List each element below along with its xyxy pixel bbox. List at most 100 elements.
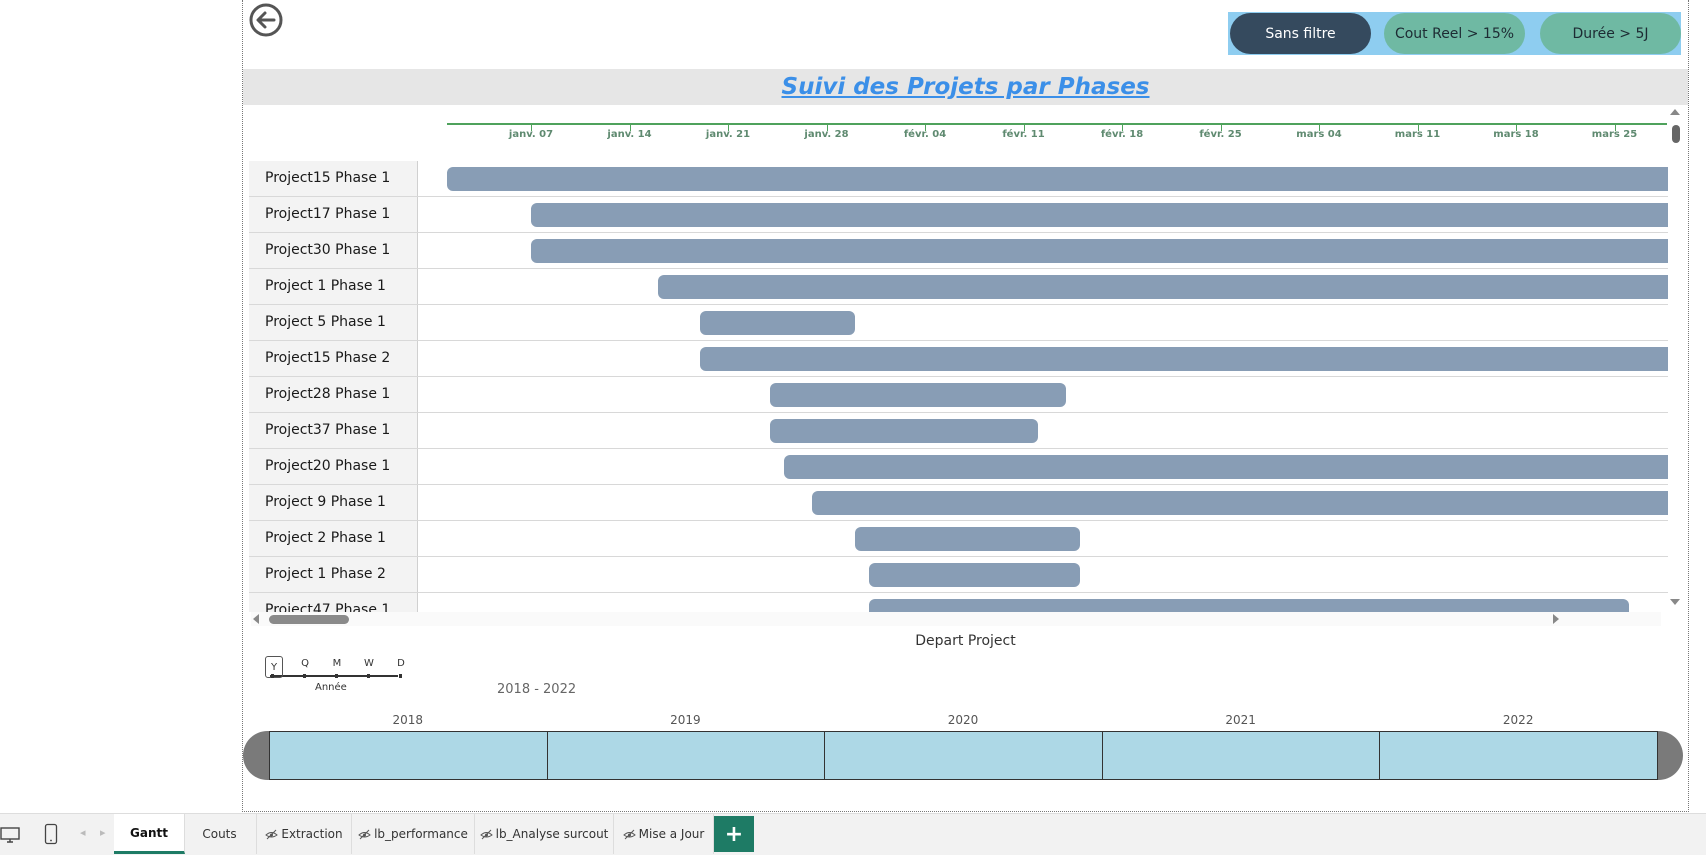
page-title[interactable]: Suivi des Projets par Phases	[782, 74, 1150, 100]
axis-tick-label: févr. 04	[903, 129, 947, 140]
gantt-row-label: Project37 Phase 1	[249, 413, 418, 448]
gantt-row[interactable]: Project15 Phase 1	[249, 161, 1668, 197]
gantt-row-label: Project20 Phase 1	[249, 449, 418, 484]
timeline-year-label: 2020	[947, 713, 979, 727]
next-tab-icon[interactable]: ▸	[100, 826, 106, 839]
gantt-row-label: Project15 Phase 1	[249, 161, 418, 196]
gantt-row[interactable]: Project47 Phase 1	[249, 593, 1668, 612]
page-tab[interactable]: Extraction	[257, 814, 352, 854]
gantt-row-label: Project30 Phase 1	[249, 233, 418, 268]
gantt-row[interactable]: Project37 Phase 1	[249, 413, 1668, 449]
gantt-row[interactable]: Project30 Phase 1	[249, 233, 1668, 269]
gantt-bar[interactable]	[812, 491, 1668, 515]
timeline-slicer[interactable]	[243, 731, 1683, 782]
page-tab[interactable]: Couts	[183, 814, 257, 854]
horizontal-scrollbar[interactable]	[251, 612, 1661, 626]
timeline-year-segment[interactable]	[824, 731, 1103, 780]
axis-tick-label: févr. 25	[1199, 129, 1242, 140]
page-tab[interactable]: lb_Analyse surcout	[475, 814, 614, 854]
axis-tick-label: mars 18	[1493, 129, 1539, 140]
gantt-row-label: Project28 Phase 1	[249, 377, 418, 412]
granularity-option-d[interactable]: D	[393, 658, 409, 669]
timeline-year-segment[interactable]	[1379, 731, 1658, 780]
hidden-page-eye-icon	[479, 829, 493, 839]
granularity-option-w[interactable]: W	[361, 658, 377, 669]
granularity-dot	[367, 674, 370, 678]
axis-tick-label: mars 25	[1591, 129, 1638, 140]
horizontal-scroll-thumb[interactable]	[269, 615, 349, 624]
report-page: Sans filtre Cout Reel > 15% Durée > 5J S…	[242, 0, 1689, 812]
gantt-row[interactable]: Project15 Phase 2	[249, 341, 1668, 377]
gantt-row[interactable]: Project20 Phase 1	[249, 449, 1668, 485]
gantt-row-label: Project47 Phase 1	[249, 593, 418, 612]
back-button[interactable]	[248, 2, 284, 38]
gantt-row[interactable]: Project 1 Phase 1	[249, 269, 1668, 305]
gantt-bar[interactable]	[770, 419, 1038, 443]
page-tab-label: lb_performance	[374, 827, 468, 841]
prev-tab-icon[interactable]: ◂	[80, 826, 86, 839]
title-band: Suivi des Projets par Phases	[243, 69, 1688, 105]
scroll-down-icon[interactable]	[1670, 599, 1680, 605]
gantt-bar[interactable]	[657, 275, 1668, 299]
page-tab-label: Mise a Jour	[638, 827, 705, 841]
vertical-scrollbar[interactable]	[1668, 105, 1682, 612]
gantt-bar[interactable]	[531, 203, 1668, 227]
axis-tick-label: janv. 14	[607, 129, 652, 140]
desktop-layout-icon[interactable]	[0, 825, 20, 845]
granularity-option-m[interactable]: M	[329, 658, 345, 669]
gantt-row-label: Project 9 Phase 1	[249, 485, 418, 520]
gantt-row-label: Project 1 Phase 1	[249, 269, 418, 304]
granularity-selector[interactable]: Année YQMWD	[265, 656, 405, 696]
timeline-year-segment[interactable]	[269, 731, 548, 780]
timeline-year-label: 2021	[1225, 713, 1256, 727]
page-tab-label: Extraction	[281, 827, 343, 841]
gantt-row[interactable]: Project17 Phase 1	[249, 197, 1668, 233]
scroll-left-icon[interactable]	[253, 614, 259, 624]
timeline-year-segment[interactable]	[1101, 731, 1381, 780]
gantt-row[interactable]: Project 1 Phase 2	[249, 557, 1668, 593]
page-tab[interactable]: Mise a Jour	[614, 814, 714, 854]
slicer-title: Depart Project	[915, 633, 1016, 649]
gantt-row[interactable]: Project28 Phase 1	[249, 377, 1668, 413]
gantt-row[interactable]: Project 2 Phase 1	[249, 521, 1668, 557]
sans-filtre-button[interactable]: Sans filtre	[1230, 13, 1371, 54]
page-tab-label: Couts	[202, 827, 237, 841]
gantt-bar[interactable]	[854, 527, 1080, 551]
gantt-bar[interactable]	[699, 347, 1668, 371]
gantt-bar[interactable]	[868, 563, 1080, 587]
axis-tick-label: janv. 28	[804, 129, 849, 140]
timeline-year-label: 2018	[392, 713, 424, 727]
page-tab-label: Gantt	[130, 825, 168, 840]
gantt-bar[interactable]	[784, 455, 1668, 479]
timeline-end-handle[interactable]	[1657, 731, 1683, 780]
gantt-row-label: Project17 Phase 1	[249, 197, 418, 232]
timeline-year-segment[interactable]	[546, 731, 826, 780]
gantt-bar[interactable]	[446, 167, 1668, 191]
gantt-row-label: Project15 Phase 2	[249, 341, 418, 376]
hidden-page-eye-icon	[358, 829, 371, 839]
vertical-scroll-thumb[interactable]	[1672, 125, 1680, 143]
scroll-right-icon[interactable]	[1553, 614, 1559, 624]
gantt-row[interactable]: Project 9 Phase 1	[249, 485, 1668, 521]
gantt-rows: Project15 Phase 1 Project17 Phase 1 Projec…	[249, 161, 1668, 612]
gantt-bar[interactable]	[868, 599, 1629, 612]
gantt-bar[interactable]	[531, 239, 1668, 263]
gantt-row[interactable]: Project 5 Phase 1	[249, 305, 1668, 341]
page-tab[interactable]: Gantt	[114, 814, 185, 854]
scroll-up-icon[interactable]	[1670, 109, 1680, 115]
add-page-button[interactable]: +	[714, 816, 754, 852]
hidden-page-eye-icon	[265, 829, 279, 839]
axis-tick-label: mars 04	[1296, 129, 1342, 140]
cout-reel-filter-button[interactable]: Cout Reel > 15%	[1384, 13, 1525, 54]
gantt-bar[interactable]	[770, 383, 1066, 407]
timeline-start-handle[interactable]	[243, 731, 269, 780]
filter-buttons: Sans filtre Cout Reel > 15% Durée > 5J	[1228, 12, 1681, 55]
page-tab[interactable]: lb_performance	[352, 814, 475, 854]
granularity-option-q[interactable]: Q	[297, 658, 313, 669]
axis-tick-label: janv. 07	[508, 129, 554, 140]
granularity-option-y[interactable]: Y	[265, 656, 283, 678]
duree-filter-button[interactable]: Durée > 5J	[1540, 13, 1681, 54]
gantt-bar[interactable]	[699, 311, 855, 335]
mobile-layout-icon[interactable]	[44, 823, 58, 845]
granularity-dot	[399, 674, 402, 678]
